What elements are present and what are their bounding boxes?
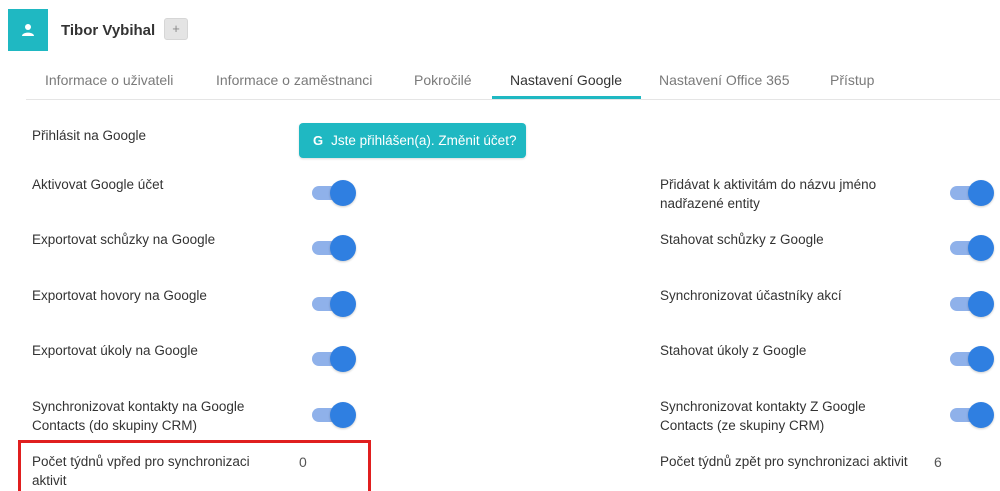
toggle-sync-attendees[interactable]	[950, 291, 994, 317]
setting-label-sync-contacts-from-google: Synchronizovat kontakty Z Google Contact…	[660, 399, 866, 433]
toggle-download-tasks[interactable]	[950, 346, 994, 372]
tab-google-settings[interactable]: Nastavení Google	[510, 72, 622, 88]
setting-label-download-meetings: Stahovat schůzky z Google	[660, 232, 824, 247]
google-account-button-label: Jste přihlášen(a). Změnit účet?	[331, 133, 517, 148]
tab-access[interactable]: Přístup	[830, 72, 874, 88]
user-icon	[22, 24, 34, 36]
setting-label-export-calls: Exportovat hovory na Google	[32, 288, 207, 303]
user-header: Tibor Vybihal +	[0, 0, 1000, 62]
user-name: Tibor Vybihal	[61, 22, 156, 39]
toggle-activate-google[interactable]	[312, 180, 356, 206]
google-login-label: Přihlásit na Google	[32, 128, 147, 143]
toggle-add-parent-name[interactable]	[950, 180, 994, 206]
active-tab-indicator	[492, 96, 641, 99]
tab-user-info[interactable]: Informace o uživateli	[45, 72, 173, 88]
toggle-export-meetings[interactable]	[312, 235, 356, 261]
google-icon: G	[313, 133, 324, 148]
setting-label-download-tasks: Stahovat úkoly z Google	[660, 343, 807, 358]
add-button[interactable]: +	[164, 18, 188, 40]
setting-label-sync-contacts-to-google: Synchronizovat kontakty na Google Contac…	[32, 399, 245, 433]
toggle-download-meetings[interactable]	[950, 235, 994, 261]
toggle-export-calls[interactable]	[312, 291, 356, 317]
setting-label-export-meetings: Exportovat schůzky na Google	[32, 232, 216, 247]
setting-label-export-tasks: Exportovat úkoly na Google	[32, 343, 198, 358]
setting-label-sync-attendees: Synchronizovat účastníky akcí	[660, 288, 842, 303]
tab-bar: Informace o uživateli Informace o zaměst…	[26, 62, 1000, 100]
setting-label-activate-google: Aktivovat Google účet	[32, 177, 164, 192]
weeks-back-value[interactable]: 6	[934, 454, 942, 470]
toggle-export-tasks[interactable]	[312, 346, 356, 372]
weeks-back-label: Počet týdnů zpět pro synchronizaci aktiv…	[660, 454, 908, 469]
avatar	[8, 9, 48, 51]
tab-office365-settings[interactable]: Nastavení Office 365	[659, 72, 789, 88]
tab-advanced[interactable]: Pokročilé	[414, 72, 472, 88]
toggle-sync-contacts-from-google[interactable]	[950, 402, 994, 428]
highlight-frame	[18, 440, 371, 491]
google-account-button[interactable]: G Jste přihlášen(a). Změnit účet?	[299, 123, 526, 158]
toggle-sync-contacts-to-google[interactable]	[312, 402, 356, 428]
setting-label-add-parent-name: Přidávat k aktivitám do názvu jméno nadř…	[660, 177, 877, 211]
tab-employee-info[interactable]: Informace o zaměstnanci	[216, 72, 372, 88]
